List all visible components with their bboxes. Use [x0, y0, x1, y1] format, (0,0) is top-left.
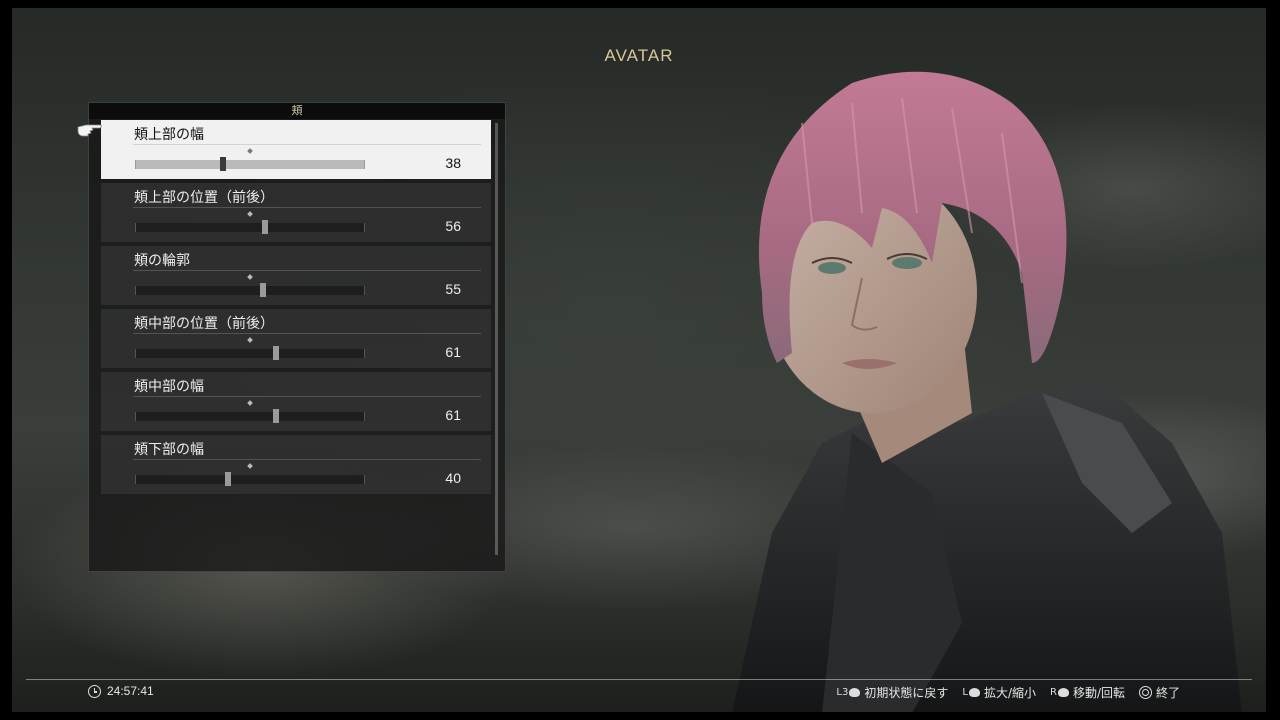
- slider-track[interactable]: [135, 346, 365, 360]
- slider-label: 頬下部の幅: [134, 442, 204, 458]
- control-hint-label: 拡大/縮小: [983, 686, 1036, 700]
- slider-value: 55: [445, 281, 461, 297]
- clock-icon: [88, 684, 101, 698]
- play-time-value: 24:57:41: [107, 684, 154, 698]
- slider-track[interactable]: [135, 220, 365, 234]
- row-divider: [133, 207, 481, 208]
- control-hint-label: 初期状態に戻す: [864, 686, 949, 700]
- panel-title: 頬: [89, 103, 505, 119]
- row-divider: [133, 459, 481, 460]
- pointing-hand-cursor-icon: [77, 124, 102, 137]
- slider-row[interactable]: 頬上部の幅 38: [101, 120, 491, 179]
- right-stick-icon: R: [1050, 687, 1069, 698]
- slider-row[interactable]: 頬の輪郭 55: [101, 246, 491, 305]
- row-divider: [133, 270, 481, 271]
- slider-value: 38: [445, 155, 461, 171]
- default-marker-icon: [247, 274, 253, 280]
- slider-handle[interactable]: [220, 157, 227, 171]
- game-screen: AVATAR 頬 頬上部の幅 38 頬上部の位置（前後） 56 頬の輪郭 55 …: [12, 8, 1266, 712]
- slider-row[interactable]: 頬上部の位置（前後） 56: [101, 183, 491, 242]
- slider-handle[interactable]: [273, 409, 280, 423]
- slider-handle[interactable]: [261, 220, 268, 234]
- slider-value: 61: [445, 344, 461, 360]
- control-hint: L 拡大/縮小: [962, 684, 1036, 701]
- slider-label: 頬上部の幅: [134, 127, 204, 143]
- default-marker-icon: [247, 211, 253, 217]
- control-hint: R 移動/回転: [1050, 684, 1125, 701]
- slider-value: 56: [445, 218, 461, 234]
- row-divider: [133, 144, 481, 145]
- row-divider: [133, 396, 481, 397]
- control-hint: L3 初期状態に戻す: [836, 684, 948, 701]
- panel-scrollbar[interactable]: [495, 123, 498, 555]
- l3-stick-icon: L3: [836, 687, 861, 698]
- slider-label: 頬中部の位置（前後）: [134, 316, 274, 332]
- play-time: 24:57:41: [88, 684, 154, 698]
- control-hints: L3 初期状態に戻す L 拡大/縮小 R 移動/回転 終了: [836, 684, 1180, 701]
- slider-label: 頬中部の幅: [134, 379, 204, 395]
- slider-handle[interactable]: [273, 346, 280, 360]
- slider-handle[interactable]: [225, 472, 231, 486]
- default-marker-icon: [247, 463, 253, 469]
- slider-row[interactable]: 頬中部の位置（前後） 61: [101, 309, 491, 368]
- slider-label: 頬上部の位置（前後）: [134, 190, 274, 206]
- default-marker-icon: [247, 400, 253, 406]
- control-hint-label: 移動/回転: [1072, 686, 1125, 700]
- slider-list: 頬上部の幅 38 頬上部の位置（前後） 56 頬の輪郭 55 頬中部の位置（前後…: [101, 120, 491, 498]
- row-divider: [133, 333, 481, 334]
- footer-divider: [26, 679, 1252, 680]
- slider-track[interactable]: [135, 283, 365, 297]
- cheek-settings-panel: 頬 頬上部の幅 38 頬上部の位置（前後） 56 頬の輪郭 55 頬中部の位置（…: [88, 102, 506, 572]
- slider-track[interactable]: [135, 157, 365, 171]
- control-hint-label: 終了: [1155, 686, 1180, 700]
- slider-row[interactable]: 頬下部の幅 40: [101, 435, 491, 494]
- slider-track[interactable]: [135, 472, 365, 486]
- slider-value: 61: [445, 407, 461, 423]
- slider-track[interactable]: [135, 409, 365, 423]
- default-marker-icon: [247, 337, 253, 343]
- slider-handle[interactable]: [259, 283, 266, 297]
- character-portrait: [732, 71, 1242, 712]
- slider-row[interactable]: 頬中部の幅 61: [101, 372, 491, 431]
- slider-value: 40: [445, 470, 461, 486]
- circle-button-icon: [1138, 686, 1152, 699]
- left-stick-icon: L: [962, 687, 980, 698]
- slider-label: 頬の輪郭: [134, 253, 190, 269]
- default-marker-icon: [247, 148, 253, 154]
- control-hint: 終了: [1138, 684, 1180, 701]
